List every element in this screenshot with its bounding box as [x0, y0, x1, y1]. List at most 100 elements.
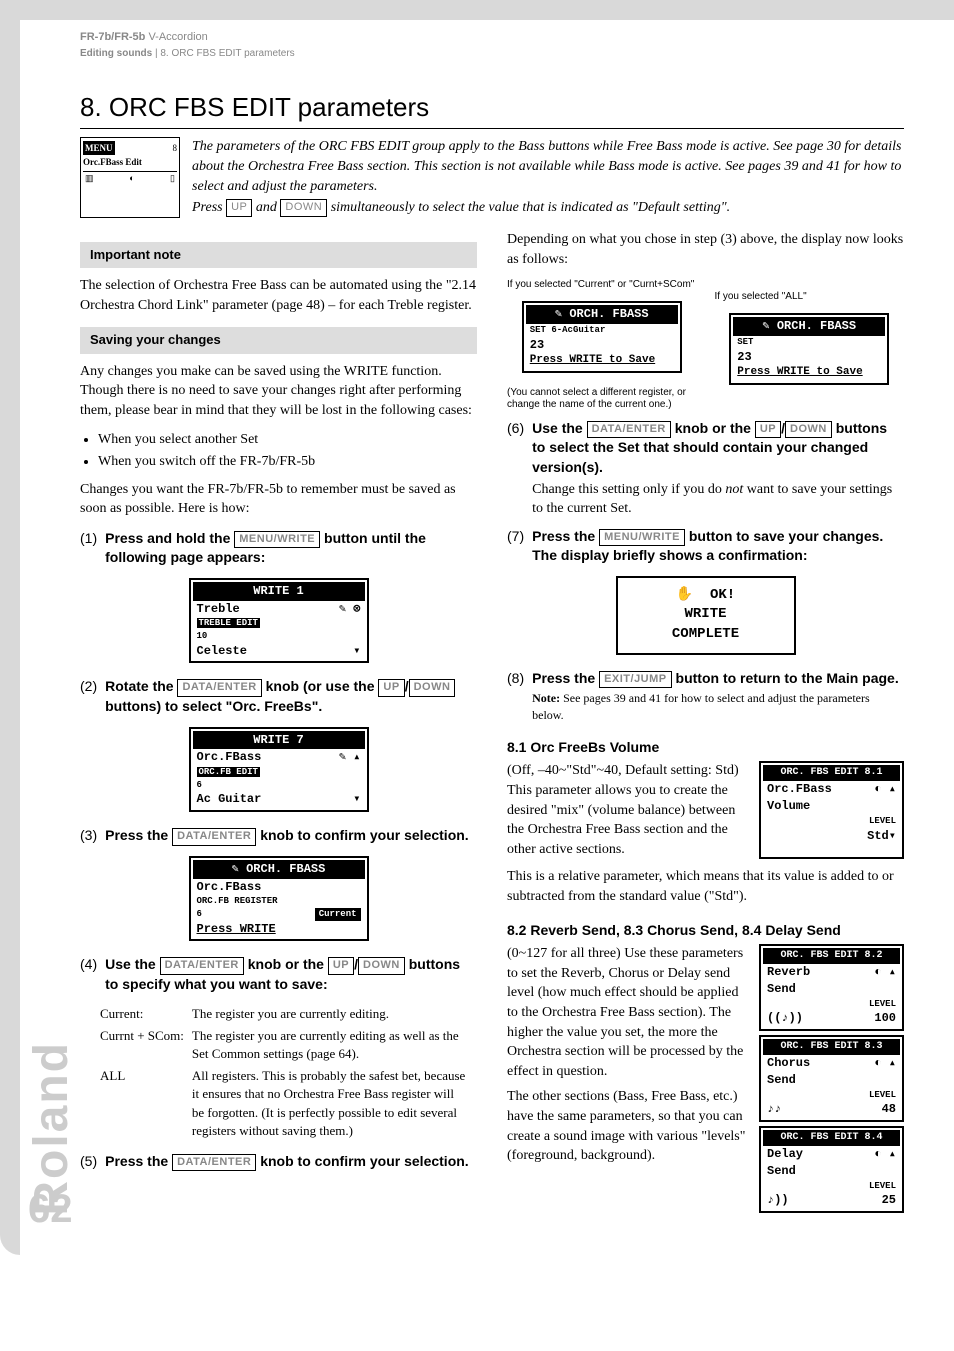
- step-5: (5) Press the DATA/ENTER knob to confirm…: [80, 1152, 477, 1172]
- data-enter-key: DATA/ENTER: [172, 828, 256, 845]
- lcd-r2: 23: [530, 337, 544, 354]
- lcd-r4: 48: [882, 1101, 896, 1118]
- lcd-stack: ORC. FBS EDIT 8.2 Reverb◐ ▴ Send LEVEL (…: [759, 944, 904, 1217]
- step2-d: buttons) to select "Orc. FreeBs".: [105, 698, 322, 714]
- lcd-sub: ORC.FB REGISTER: [193, 895, 365, 908]
- save-v: All registers. This is probably the safe…: [192, 1065, 477, 1142]
- important-note-body: The selection of Orchestra Free Bass can…: [80, 276, 477, 315]
- step-6: (6) Use the DATA/ENTER knob or the UP/DO…: [507, 419, 904, 519]
- lcd-title: WRITE 7: [193, 731, 365, 750]
- step-7: (7) Press the MENU/WRITE button to save …: [507, 527, 904, 566]
- step-num: (2): [80, 677, 97, 716]
- up-key: UP: [378, 679, 404, 696]
- intro-text: The parameters of the ORC FBS EDIT group…: [192, 137, 904, 218]
- save-k: Current:: [100, 1003, 192, 1025]
- menu-icon-num: 8: [173, 142, 178, 155]
- lcd-8-3: ORC. FBS EDIT 8.3 Chorus◐ ▴ Send LEVEL ♪…: [759, 1035, 904, 1122]
- lcd-r1: Orc.FBass: [197, 749, 262, 766]
- menu-write-key: MENU/WRITE: [234, 531, 320, 548]
- lcd-r1: Delay: [767, 1146, 803, 1163]
- step4-b: knob or the: [244, 956, 328, 972]
- lcd-r2: Send: [767, 1072, 796, 1089]
- lcd-sub2: 6: [193, 779, 365, 792]
- breadcrumb-rest: | 8. ORC FBS EDIT parameters: [152, 48, 294, 59]
- saving-changes-body2: Changes you want the FR-7b/FR-5b to reme…: [80, 480, 477, 519]
- lcd-r1: SET 6-AcGuitar: [526, 324, 678, 337]
- right-column: Depending on what you chose in step (3) …: [507, 230, 904, 1225]
- save-v: The register you are currently editing.: [192, 1003, 477, 1025]
- header-model-line: FR-7b/FR-5b V-Accordion: [80, 30, 904, 45]
- down-key: DOWN: [409, 679, 456, 696]
- data-enter-key: DATA/ENTER: [160, 957, 244, 974]
- important-note-header: Important note: [80, 242, 477, 268]
- lcd-title: ✎ ORCH. FBASS: [526, 305, 678, 324]
- menu-icon: MENU8 Orc.FBass Edit ▥◐▯: [80, 137, 180, 218]
- col2-lead: Depending on what you chose in step (3) …: [507, 230, 904, 269]
- saving-changes-header: Saving your changes: [80, 327, 477, 353]
- lcd-r2: Send: [767, 1163, 796, 1180]
- lcd-r3: LEVEL: [869, 1090, 896, 1100]
- intro-p2c: simultaneously to select the value that …: [327, 200, 730, 215]
- top-decorative-band: [0, 0, 954, 20]
- lost-cases-list: When you select another Set When you swi…: [98, 430, 477, 471]
- step-1: (1) Press and hold the MENU/WRITE button…: [80, 529, 477, 568]
- step5-b: knob to confirm your selection.: [256, 1153, 468, 1169]
- step8-note: See pages 39 and 41 for how to select an…: [532, 691, 870, 722]
- step2-a: Rotate the: [105, 678, 177, 694]
- step3-a: Press the: [105, 827, 172, 843]
- step6-b: knob or the: [671, 420, 755, 436]
- step3-b: knob to confirm your selection.: [256, 827, 468, 843]
- lcd-sub2: 6: [197, 909, 202, 919]
- lcd-current: ✎ ORCH. FBASS SET 6-AcGuitar 23 Press WR…: [522, 301, 682, 373]
- step-num: (1): [80, 529, 97, 568]
- step-num: (7): [507, 527, 524, 566]
- caption-left: If you selected "Current" or "Curnt+SCom…: [507, 279, 697, 291]
- save-k: Currnt + SCom:: [100, 1025, 192, 1065]
- param-8-2-4-block: (0~127 for all three) Use these paramete…: [507, 944, 904, 1217]
- lcd-r3: LEVEL: [869, 1181, 896, 1191]
- data-enter-key: DATA/ENTER: [172, 1154, 256, 1171]
- product-name: V-Accordion: [148, 31, 207, 43]
- model-name: FR-7b/FR-5b: [80, 31, 145, 43]
- step8-b: button to return to the Main page.: [672, 670, 899, 686]
- step6-a: Use the: [532, 420, 586, 436]
- step4-a: Use the: [105, 956, 159, 972]
- save-v: The register you are currently editing a…: [192, 1025, 477, 1065]
- lcd-r1: Orc.FBass: [197, 879, 262, 896]
- section-title: 8. ORC FBS EDIT parameters: [80, 89, 904, 128]
- lcd-r3: LEVEL: [869, 816, 896, 826]
- save-options-table: Current:The register you are currently e…: [100, 1003, 477, 1142]
- lcd-sub: ORC.FB EDIT: [197, 767, 260, 777]
- lcd-ok-r1: OK!: [710, 587, 735, 603]
- step6-e-a: Change this setting only if you do: [532, 482, 725, 497]
- lcd-ok-r3: COMPLETE: [626, 625, 786, 645]
- up-key: UP: [755, 421, 781, 438]
- step-num: (6): [507, 419, 524, 519]
- up-key: UP: [328, 957, 354, 974]
- save-k: ALL: [100, 1065, 192, 1142]
- step7-a: Press the: [532, 528, 599, 544]
- intro-block: MENU8 Orc.FBass Edit ▥◐▯ The parameters …: [80, 137, 904, 218]
- step-2: (2) Rotate the DATA/ENTER knob (or use t…: [80, 677, 477, 716]
- menu-write-key: MENU/WRITE: [599, 529, 685, 546]
- lcd-ok: ✋ OK! WRITE COMPLETE: [616, 576, 796, 655]
- lcd-r1: Chorus: [767, 1055, 810, 1072]
- lcd-r4: 100: [874, 1010, 896, 1027]
- param-8-1-text2: This is a relative parameter, which mean…: [507, 867, 904, 906]
- step-3: (3) Press the DATA/ENTER knob to confirm…: [80, 826, 477, 846]
- lcd-r2: Volume: [767, 798, 810, 815]
- down-key: DOWN: [280, 199, 327, 217]
- intro-p1: The parameters of the ORC FBS EDIT group…: [192, 137, 904, 198]
- list-item: When you select another Set: [98, 430, 477, 450]
- step6-e-i: not: [725, 482, 743, 497]
- saving-changes-body: Any changes you make can be saved using …: [80, 362, 477, 421]
- page-number: 62: [28, 1181, 73, 1237]
- step-num: (4): [80, 955, 97, 994]
- main-columns: Important note The selection of Orchestr…: [80, 230, 904, 1225]
- param-8-2-text: (0~127 for all three) Use these paramete…: [507, 946, 743, 1079]
- lcd-foot: Press WRITE to Save: [737, 365, 862, 380]
- lcd-ok-r2: WRITE: [626, 605, 786, 625]
- caption-right: If you selected "ALL": [715, 291, 905, 303]
- param-8-1-text: (Off, –40~"Std"~40, Default setting: Std…: [507, 761, 747, 859]
- lcd-sub: TREBLE EDIT: [197, 618, 260, 628]
